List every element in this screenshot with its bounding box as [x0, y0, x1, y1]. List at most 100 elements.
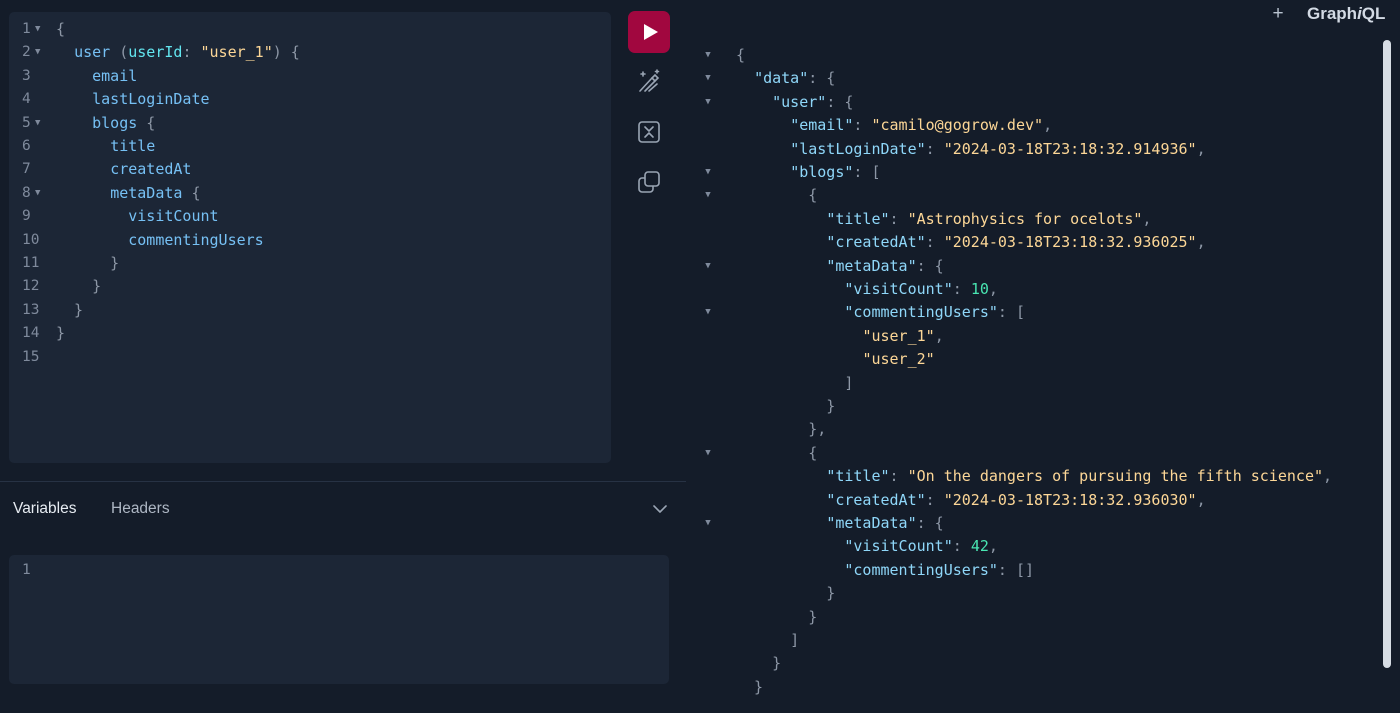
run-query-button[interactable] [628, 11, 670, 53]
fold-toggle-icon[interactable]: ▼ [702, 161, 714, 184]
code-token: ( [110, 43, 129, 62]
line-number: 13 [9, 299, 49, 322]
code-line: lastLoginDate [56, 88, 210, 111]
code-token: : { [916, 256, 944, 275]
code-line: visitCount [56, 205, 218, 228]
fold-toggle-icon[interactable]: ▼ [702, 184, 714, 207]
line-number-label: 8 [22, 184, 31, 201]
code-token: "visitCount" [844, 537, 953, 556]
result-line: ] [736, 372, 853, 395]
code-token: "2024-03-18T23:18:32.914936" [943, 139, 1197, 158]
line-number: 4 [9, 88, 49, 111]
result-line: "data": { [736, 67, 835, 90]
logo-text-ql: QL [1361, 4, 1386, 23]
code-line: { [56, 18, 65, 41]
code-token: userId [128, 43, 183, 62]
merge-fragments-button[interactable] [635, 118, 663, 146]
code-token: : [853, 116, 872, 135]
line-number: 7 [9, 158, 49, 181]
fold-toggle-icon[interactable]: ▼ [702, 67, 714, 90]
fold-toggle-icon[interactable]: ▼ [35, 41, 40, 64]
result-scrollbar-thumb[interactable] [1383, 40, 1391, 668]
fold-toggle-icon[interactable]: ▼ [702, 255, 714, 278]
result-line: "createdAt": "2024-03-18T23:18:32.936030… [736, 489, 1205, 512]
result-line: { [736, 442, 817, 465]
line-number: 9 [9, 205, 49, 228]
code-token: , [1196, 233, 1206, 252]
code-token: ) { [272, 43, 300, 62]
line-number: 3 [9, 65, 49, 88]
line-number: 5 ▼ [9, 112, 49, 135]
magic-wand-icon [639, 69, 660, 92]
result-line: } [736, 676, 763, 699]
code-token: } [736, 654, 782, 673]
copy-query-button[interactable] [635, 168, 663, 196]
line-number: 15 [9, 346, 49, 369]
code-token: } [56, 324, 66, 343]
line-number-label: 11 [22, 255, 40, 271]
tab-headers[interactable]: Headers [111, 499, 170, 519]
fold-toggle-icon[interactable]: ▼ [35, 182, 40, 205]
line-number: 2 ▼ [9, 41, 49, 64]
result-line: { [736, 44, 745, 67]
code-line: metaData { [56, 182, 200, 205]
code-token: : [889, 467, 908, 486]
code-line: commentingUsers [56, 229, 263, 252]
code-line: user (userId: "user_1") { [56, 41, 300, 64]
variables-line-number: 1 [22, 562, 31, 578]
fold-toggle-icon[interactable]: ▼ [702, 301, 714, 324]
code-token: lastLoginDate [92, 90, 210, 109]
result-viewer[interactable]: ▼{▼ "data": {▼ "user": { "email": "camil… [690, 38, 1380, 713]
line-number-label: 13 [22, 301, 40, 318]
line-number: 6 [9, 135, 49, 158]
fold-toggle-icon[interactable]: ▼ [702, 44, 714, 67]
code-token: : { [916, 514, 944, 532]
copy-icon [638, 171, 660, 193]
code-line: } [56, 252, 119, 275]
code-token: "user" [772, 92, 827, 111]
code-token: : [889, 209, 908, 228]
fold-toggle-icon[interactable]: ▼ [35, 18, 40, 41]
result-line: "createdAt": "2024-03-18T23:18:32.936025… [736, 231, 1206, 254]
line-number-label: 15 [22, 348, 40, 365]
merge-icon [638, 121, 660, 143]
result-line: } [736, 395, 835, 418]
add-tab-button[interactable]: + [1268, 2, 1288, 26]
fold-toggle-icon[interactable]: ▼ [702, 442, 714, 465]
code-token: , [1043, 116, 1053, 135]
code-token: : [182, 43, 201, 62]
fold-toggle-icon[interactable]: ▼ [702, 91, 714, 114]
code-token: { [736, 443, 818, 462]
result-line: "title": "Astrophysics for ocelots", [736, 208, 1151, 231]
fold-toggle-icon[interactable]: ▼ [35, 112, 40, 135]
result-line: "email": "camilo@gogrow.dev", [736, 114, 1052, 137]
result-line: "user": { [736, 91, 853, 114]
code-token: "visitCount" [844, 280, 953, 298]
code-token: , [988, 280, 998, 298]
code-token: , [1142, 209, 1152, 228]
query-editor[interactable]: 1 ▼ 2 ▼ 3 4 5 ▼ 6 7 8 ▼ 9 10 11 12 13 14 15 { user (userId… [9, 12, 611, 463]
variables-editor[interactable]: 1 [9, 555, 669, 684]
result-line: "metaData": { [736, 512, 944, 535]
code-token: } [736, 607, 818, 626]
code-token: blogs [92, 113, 138, 132]
code-token: { [56, 20, 66, 38]
code-token: "2024-03-18T23:18:32.936030" [943, 490, 1197, 509]
code-line: } [56, 275, 101, 298]
chevron-down-icon [653, 505, 667, 513]
fold-toggle-icon[interactable]: ▼ [702, 512, 714, 535]
code-token: "blogs" [790, 163, 854, 181]
code-line: blogs { [56, 112, 155, 135]
toggle-panel-button[interactable] [651, 501, 669, 517]
tab-variables[interactable]: Variables [13, 499, 76, 519]
code-token: email [92, 66, 138, 85]
prettify-button[interactable] [635, 67, 663, 95]
